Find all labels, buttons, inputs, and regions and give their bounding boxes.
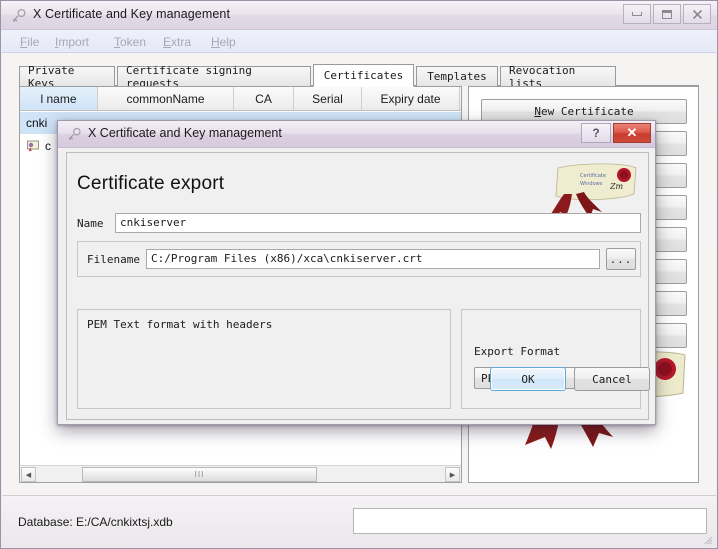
dialog-title: X Certificate and Key management xyxy=(88,126,282,140)
certificate-icon xyxy=(26,139,40,153)
format-description-text: PEM Text format with headers xyxy=(87,318,273,331)
status-bar: Database: E:/CA/cnkixtsj.xdb xyxy=(2,495,716,547)
tab-strip: Private Keys Certificate signing requests… xyxy=(19,64,699,90)
row-internal-name: cnki xyxy=(26,116,48,130)
window-controls xyxy=(623,4,711,24)
filename-group: Filename C:/Program Files (x86)/xca\cnki… xyxy=(77,241,641,277)
svg-text:Zm: Zm xyxy=(609,182,624,191)
menu-mnemonic: H xyxy=(211,35,220,49)
tab-revocation-lists[interactable]: Revocation lists xyxy=(500,64,616,90)
export-format-label: Export Format xyxy=(474,345,561,358)
dialog-heading: Certificate export xyxy=(77,173,225,194)
column-header[interactable]: commonName xyxy=(98,87,234,110)
app-key-icon xyxy=(11,8,27,24)
export-format-box: Export Format PEM (*.crt) xyxy=(461,309,641,409)
name-input[interactable]: cnkiserver xyxy=(115,213,641,233)
menu-item-token[interactable]: Token xyxy=(110,33,150,51)
name-label: Name xyxy=(77,217,104,230)
certificate-list-header: l name commonName CA Serial Expiry date xyxy=(20,87,461,111)
resize-grip-icon[interactable] xyxy=(701,533,713,545)
status-field[interactable] xyxy=(353,508,707,534)
column-header[interactable]: CA xyxy=(234,87,294,110)
menu-item-label: oken xyxy=(120,35,147,49)
maximize-button[interactable] xyxy=(653,4,681,24)
dialog-help-button[interactable]: ? xyxy=(581,123,611,143)
column-header[interactable]: Serial xyxy=(294,87,362,110)
dialog-body: Certificate export Certificate Windows Z… xyxy=(66,152,650,420)
dialog-close-button[interactable]: ✕ xyxy=(613,123,651,143)
window-title: X Certificate and Key management xyxy=(33,7,231,21)
dialog-certificate-scroll-icon: Certificate Windows Zm xyxy=(548,163,637,218)
button-mnemonic: N xyxy=(534,105,541,118)
menu-bar: File Import Token Extra Help xyxy=(2,30,716,53)
action-button-label: ew Certificate xyxy=(540,105,634,118)
scroll-right-icon[interactable]: ▶ xyxy=(445,467,460,482)
minimize-button[interactable] xyxy=(623,4,651,24)
menu-item-help[interactable]: Help xyxy=(207,33,240,51)
menu-item-import[interactable]: Import xyxy=(51,33,93,51)
row-internal-name: c xyxy=(45,139,51,153)
database-path-label: Database: E:/CA/cnkixtsj.xdb xyxy=(18,515,173,529)
tab-certificate-signing-requests[interactable]: Certificate signing requests xyxy=(117,64,311,90)
scroll-left-icon[interactable]: ◀ xyxy=(21,467,36,482)
menu-item-file[interactable]: File xyxy=(16,33,43,51)
tab-private-keys[interactable]: Private Keys xyxy=(19,64,115,90)
menu-item-label: xtra xyxy=(171,35,192,49)
filename-input[interactable]: C:/Program Files (x86)/xca\cnkiserver.cr… xyxy=(146,249,600,269)
format-description-box: PEM Text format with headers xyxy=(77,309,451,409)
window-title-bar: X Certificate and Key management xyxy=(1,1,717,30)
dialog-key-icon xyxy=(67,127,82,142)
menu-item-extra[interactable]: Extra xyxy=(159,33,195,51)
name-row: Name cnkiserver xyxy=(77,213,641,234)
cancel-button[interactable]: Cancel xyxy=(574,367,650,391)
certificate-export-dialog: X Certificate and Key management ? ✕ Cer… xyxy=(57,120,656,425)
scrollbar-thumb[interactable]: III xyxy=(82,467,317,482)
tab-certificates[interactable]: Certificates xyxy=(313,64,414,87)
svg-text:Windows: Windows xyxy=(580,181,603,187)
column-header[interactable]: Expiry date xyxy=(362,87,460,110)
menu-item-label: ile xyxy=(27,35,40,49)
menu-mnemonic: E xyxy=(163,35,172,49)
tab-templates[interactable]: Templates xyxy=(416,66,498,86)
menu-item-label: elp xyxy=(219,35,236,49)
browse-button[interactable]: ... xyxy=(606,248,636,270)
menu-item-label: mport xyxy=(58,35,90,49)
filename-label: Filename xyxy=(87,253,140,266)
column-header[interactable]: l name xyxy=(20,87,98,110)
svg-text:Certificate: Certificate xyxy=(580,173,606,179)
ok-button[interactable]: OK xyxy=(490,367,566,391)
certificate-list-hscrollbar[interactable]: ◀ III ▶ xyxy=(20,465,461,482)
close-button[interactable] xyxy=(683,4,711,24)
dialog-title-bar: X Certificate and Key management ? ✕ xyxy=(58,121,655,148)
